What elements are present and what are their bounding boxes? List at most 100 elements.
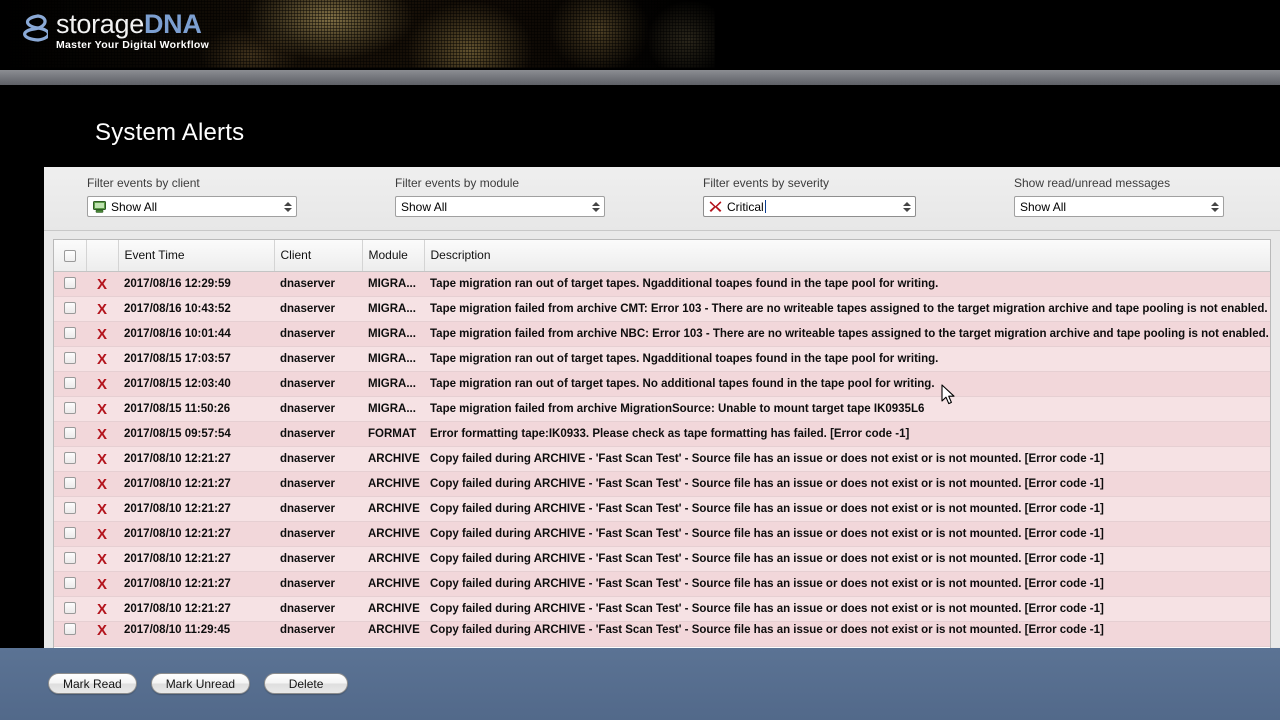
row-checkbox-cell[interactable] <box>54 571 86 597</box>
column-header-module[interactable]: Module <box>362 240 425 272</box>
table-row[interactable]: X 2017/08/16 10:01:44 dnaserver MIGRA... Tap… <box>54 321 1270 347</box>
filter-select-module[interactable]: Show All <box>395 196 605 217</box>
column-header-select-all[interactable] <box>54 240 87 272</box>
row-checkbox-cell[interactable] <box>54 421 86 447</box>
row-description: Tape migration ran out of target tapes. … <box>424 271 1270 297</box>
row-module: MIGRA... <box>362 271 424 297</box>
row-client: dnaserver <box>274 571 362 597</box>
critical-x-icon: X <box>96 476 107 493</box>
row-client: dnaserver <box>274 621 362 647</box>
select-all-checkbox[interactable] <box>63 250 76 263</box>
chevron-updown-icon[interactable] <box>283 200 292 214</box>
table-row[interactable]: X 2017/08/10 11:29:45 dnaserver ARCHIVE Copy… <box>54 621 1270 647</box>
row-module: MIGRA... <box>362 321 424 347</box>
row-checkbox-cell[interactable] <box>54 371 86 397</box>
row-checkbox[interactable] <box>64 602 76 615</box>
row-module: ARCHIVE <box>362 596 424 622</box>
row-checkbox[interactable] <box>64 277 76 290</box>
filter-group-module: Filter events by module Show All <box>395 176 605 217</box>
table-row[interactable]: X 2017/08/16 12:29:59 dnaserver MIGRA... Tap… <box>54 271 1270 297</box>
row-checkbox-cell[interactable] <box>54 496 86 522</box>
mark-read-button[interactable]: Mark Read <box>48 673 137 694</box>
row-checkbox[interactable] <box>64 427 76 440</box>
table-row[interactable]: X 2017/08/10 12:21:27 dnaserver ARCHIVE Copy… <box>54 496 1270 522</box>
table-row[interactable]: X 2017/08/10 12:21:27 dnaserver ARCHIVE Copy… <box>54 521 1270 547</box>
table-row[interactable]: X 2017/08/10 12:21:27 dnaserver ARCHIVE Copy… <box>54 546 1270 572</box>
row-module: ARCHIVE <box>362 471 424 497</box>
column-header-client[interactable]: Client <box>274 240 363 272</box>
row-checkbox-cell[interactable] <box>54 446 86 472</box>
column-header-severity[interactable] <box>86 240 119 272</box>
row-severity-cell: X <box>86 296 118 322</box>
row-severity-cell: X <box>86 371 118 397</box>
row-checkbox-cell[interactable] <box>54 521 86 547</box>
row-checkbox-cell[interactable] <box>54 346 86 372</box>
row-checkbox[interactable] <box>64 402 76 415</box>
table-row[interactable]: X 2017/08/10 12:21:27 dnaserver ARCHIVE Copy… <box>54 596 1270 622</box>
filter-select-readunread[interactable]: Show All <box>1014 196 1224 217</box>
row-checkbox[interactable] <box>64 327 76 340</box>
row-checkbox[interactable] <box>64 552 76 565</box>
table-row[interactable]: X 2017/08/10 12:21:27 dnaserver ARCHIVE Copy… <box>54 446 1270 472</box>
row-client: dnaserver <box>274 396 362 422</box>
table-row[interactable]: X 2017/08/10 12:21:27 dnaserver ARCHIVE Copy… <box>54 471 1270 497</box>
row-client: dnaserver <box>274 321 362 347</box>
chevron-updown-icon[interactable] <box>902 200 911 214</box>
table-header-row: Event Time Client Module Description <box>54 240 1270 272</box>
table-row[interactable]: X 2017/08/15 09:57:54 dnaserver FORMAT Error… <box>54 421 1270 447</box>
column-header-event-time[interactable]: Event Time <box>118 240 275 272</box>
row-checkbox[interactable] <box>64 377 76 390</box>
table-body: X 2017/08/16 12:29:59 dnaserver MIGRA... Tap… <box>54 271 1270 647</box>
row-checkbox-cell[interactable] <box>54 296 86 322</box>
row-checkbox[interactable] <box>64 502 76 515</box>
filter-select-severity[interactable]: Critical <box>703 196 916 217</box>
row-description: Copy failed during ARCHIVE - 'Fast Scan … <box>424 596 1270 622</box>
filter-label-module: Filter events by module <box>395 176 520 190</box>
row-module: MIGRA... <box>362 346 424 372</box>
critical-x-icon: X <box>96 576 107 593</box>
row-checkbox[interactable] <box>64 527 76 540</box>
footer-bar: Mark Read Mark Unread Delete <box>0 648 1280 720</box>
table-row[interactable]: X 2017/08/15 12:03:40 dnaserver MIGRA... Tap… <box>54 371 1270 397</box>
table-row[interactable]: X 2017/08/10 12:21:27 dnaserver ARCHIVE Copy… <box>54 571 1270 597</box>
table-row[interactable]: X 2017/08/15 17:03:57 dnaserver MIGRA... Tap… <box>54 346 1270 372</box>
row-checkbox-cell[interactable] <box>54 471 86 497</box>
row-description: Copy failed during ARCHIVE - 'Fast Scan … <box>424 546 1270 572</box>
filter-select-client[interactable]: Show All <box>87 196 297 217</box>
filter-group-client: Filter events by client Show All <box>87 176 297 217</box>
row-checkbox[interactable] <box>64 302 76 315</box>
row-checkbox-cell[interactable] <box>54 546 86 572</box>
table-row[interactable]: X 2017/08/16 10:43:52 dnaserver MIGRA... Tap… <box>54 296 1270 322</box>
row-checkbox-cell[interactable] <box>54 596 86 622</box>
banner-fade <box>600 0 800 68</box>
row-checkbox[interactable] <box>64 352 76 365</box>
delete-button[interactable]: Delete <box>264 673 349 694</box>
row-client: dnaserver <box>274 496 362 522</box>
row-checkbox-cell[interactable] <box>54 621 86 647</box>
row-description: Tape migration failed from archive CMT: … <box>424 296 1270 322</box>
table-row[interactable]: X 2017/08/15 11:50:26 dnaserver MIGRA... Tap… <box>54 396 1270 422</box>
column-header-description[interactable]: Description <box>424 240 1270 272</box>
row-event-time: 2017/08/16 10:43:52 <box>118 296 274 322</box>
row-module: ARCHIVE <box>362 546 424 572</box>
row-checkbox[interactable] <box>64 577 76 590</box>
row-severity-cell: X <box>86 446 118 472</box>
chevron-updown-icon[interactable] <box>591 200 600 214</box>
row-event-time: 2017/08/10 12:21:27 <box>118 546 274 572</box>
chevron-updown-icon[interactable] <box>1210 200 1219 214</box>
row-module: ARCHIVE <box>362 521 424 547</box>
row-event-time: 2017/08/16 12:29:59 <box>118 271 274 297</box>
row-checkbox-cell[interactable] <box>54 396 86 422</box>
row-checkbox-cell[interactable] <box>54 321 86 347</box>
mark-unread-button[interactable]: Mark Unread <box>150 673 251 694</box>
row-description: Tape migration ran out of target tapes. … <box>424 346 1270 372</box>
footer-button-row: Mark Read Mark Unread Delete <box>48 673 349 694</box>
row-checkbox[interactable] <box>64 623 76 636</box>
divider-bar <box>0 70 1280 85</box>
row-checkbox-cell[interactable] <box>54 271 86 297</box>
critical-x-icon: X <box>96 601 107 618</box>
row-checkbox[interactable] <box>64 477 76 490</box>
row-description: Tape migration failed from archive NBC: … <box>424 321 1270 347</box>
row-checkbox[interactable] <box>64 452 76 465</box>
storagedna-logo[interactable]: storageDNA Master Your Digital Workflow <box>18 8 209 51</box>
